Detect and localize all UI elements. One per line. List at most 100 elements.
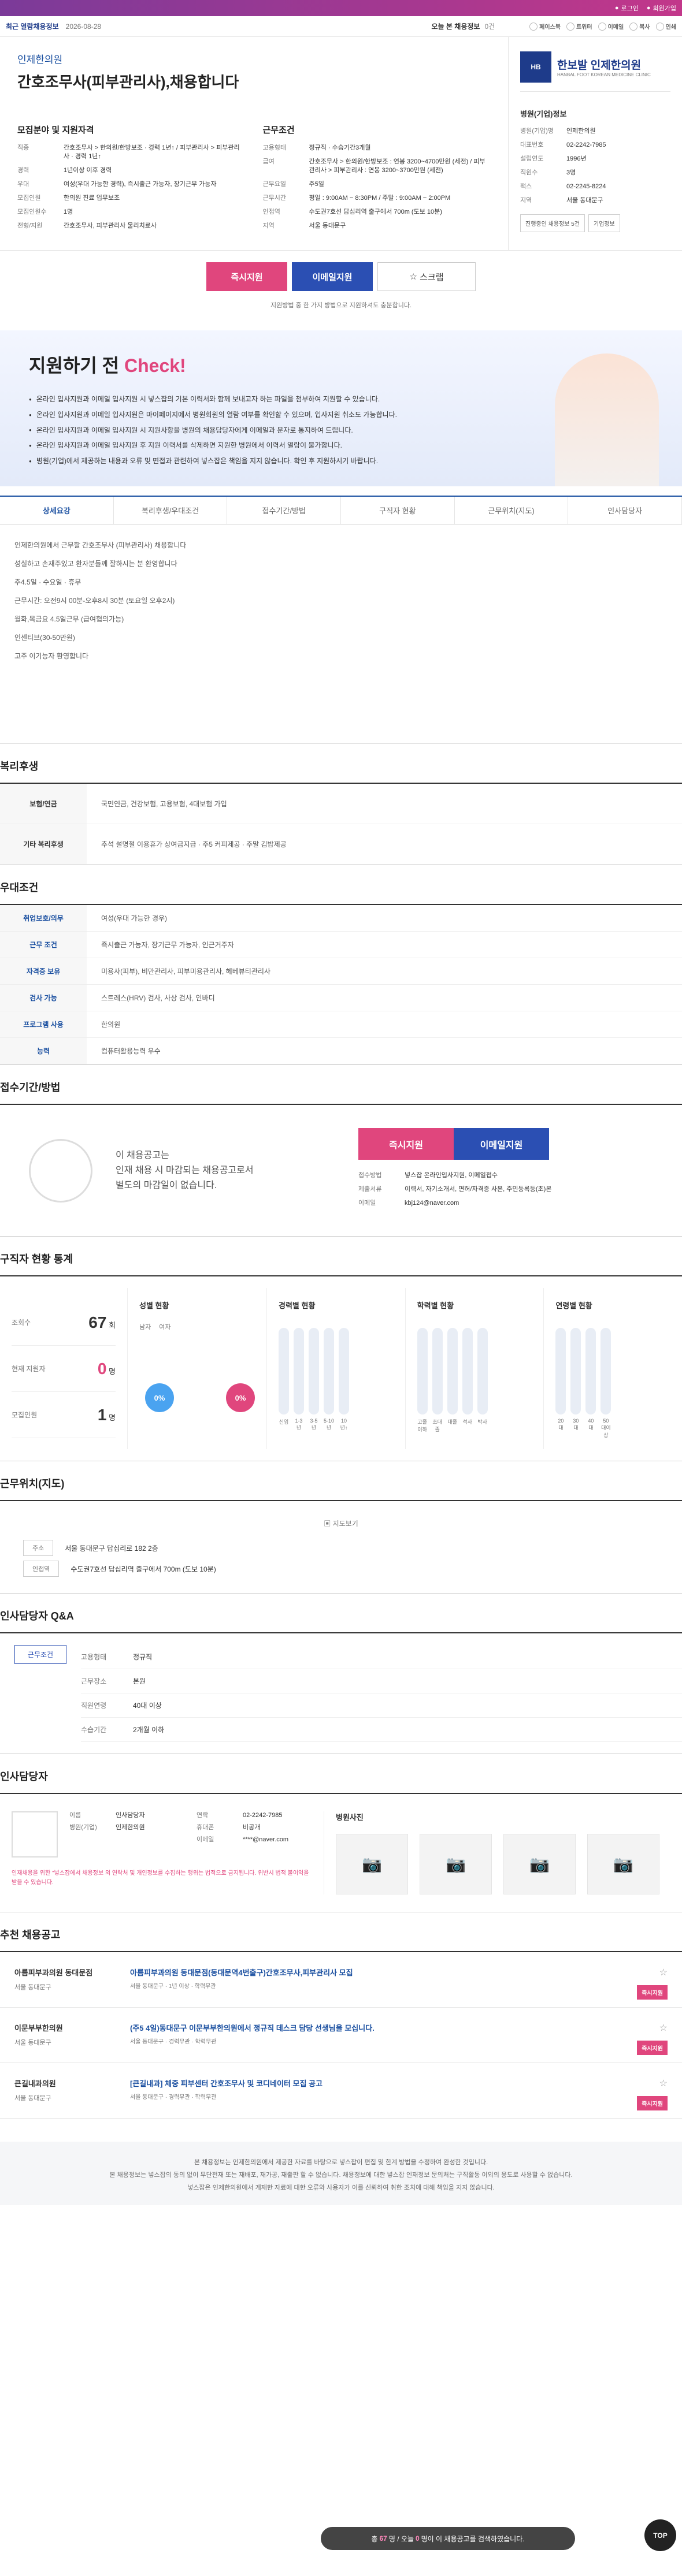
apply-way-section: 접수기간/방법 이 채용공고는 인재 채용 시 마감되는 채용공고로서 별도의 … <box>0 1065 682 1237</box>
logo-subtitle: HANBAL FOOT KOREAN MEDICINE CLINIC <box>557 72 651 77</box>
company-info-button[interactable]: 기업정보 <box>588 214 620 232</box>
company-name[interactable]: 인제한의원 <box>17 51 491 66</box>
work-conditions: 근무조건 고용형태 정규직 · 수습기간3개월 급여 간호조무사 > 한의원/한방보… <box>263 124 491 236</box>
share-email[interactable]: 이메일 <box>598 22 624 31</box>
cond-row: 지역 서울 동대문구 <box>262 222 346 229</box>
pref-key: 자격증 보유 <box>0 958 87 984</box>
today-viewed-count: 0건 <box>484 23 495 31</box>
ongoing-jobs-button[interactable]: 진행중인 채용정보 5건 <box>520 214 585 232</box>
map-row: 주소 서울 동대문구 답십리로 182 2층 <box>23 1540 659 1556</box>
check-title: 지원하기 전 Check! <box>29 355 186 376</box>
copy-icon <box>629 22 638 31</box>
age-bar <box>555 1328 566 1414</box>
list-item[interactable]: 아름피부과의원 동대문점 서울 동대문구 아름피부과의원 동대문점(동대문역4번출… <box>0 1952 682 2008</box>
mail-icon <box>598 22 606 31</box>
pref-value: 즉시출근 가능자, 장기근무 가능자, 인근거주자 <box>101 941 234 949</box>
cond-heading: 근무조건 <box>262 125 295 135</box>
tab-location[interactable]: 근무위치(지도) <box>455 497 569 524</box>
cond-row: 인접역 수도권7호선 답십리역 출구에서 700m (도보 10분) <box>262 209 442 215</box>
login-link[interactable]: ● 로그인 <box>615 3 639 13</box>
education-stats: 학력별 현황 고졸 이하 초대졸 대졸 석사 박사 <box>405 1288 544 1449</box>
footer-notice: 본 채용정보는 인제한의원에서 제공한 자료를 바탕으로 넣스잡이 편집 및 한… <box>0 2142 682 2205</box>
scroll-top-button[interactable]: TOP <box>644 2519 676 2551</box>
contact-warning: 인재채용을 위한 "넣스잡에서 채용정보 외 연락처 및 개인정보를 수집하는 … <box>12 1870 309 1886</box>
qa-row: 수습기간 2개월 이하 <box>81 1718 682 1742</box>
pref-value: 한의원 <box>101 1021 121 1029</box>
stats-section: 구직자 현황 통계 조회수 67 회 현재 지원자 0 명 모집인원 1 명 성별 현… <box>0 1237 682 1461</box>
twitter-icon <box>566 22 574 31</box>
sub-header: 최근 열람채용정보 2026-08-28 오늘 본 채용정보 0건 페이스북 트… <box>0 16 682 37</box>
stats-heading: 구직자 현황 통계 <box>0 1251 682 1276</box>
pref-key: 근무 조건 <box>0 932 87 958</box>
share-copy[interactable]: 복사 <box>629 22 650 31</box>
apply-now-button-2[interactable]: 즉시지원 <box>358 1128 454 1160</box>
user-icon: ● <box>646 5 651 12</box>
star-icon[interactable]: ☆ <box>659 1967 668 1978</box>
age-bar <box>601 1328 611 1414</box>
star-icon[interactable]: ☆ <box>659 2022 668 2034</box>
company-row: 대표번호 02-2242-7985 <box>520 142 606 148</box>
star-icon[interactable]: ☆ <box>659 2078 668 2089</box>
apply-way-heading: 접수기간/방법 <box>0 1079 682 1105</box>
rec-apply-button[interactable]: 즉시지원 <box>637 2041 668 2055</box>
share-print[interactable]: 인쇄 <box>655 22 676 31</box>
qa-row: 직원연령 40대 이상 <box>81 1693 682 1718</box>
company-row: 지역 서울 동대문구 <box>520 197 603 204</box>
career-bar <box>339 1328 349 1414</box>
signup-link[interactable]: ● 회원가입 <box>647 3 676 13</box>
lock-icon: ● <box>614 5 619 12</box>
tab-hr-contact[interactable]: 인사담당자 <box>568 497 682 524</box>
rec-apply-button[interactable]: 즉시지원 <box>637 2096 668 2110</box>
stat-row: 현재 지원자 0 명 <box>12 1346 116 1392</box>
share-facebook[interactable]: 페이스북 <box>529 22 561 31</box>
recommend-section: 추천 채용공고 아름피부과의원 동대문점 서울 동대문구 아름피부과의원 동대문점… <box>0 1912 682 2119</box>
cond-row: 고용형태 정규직 · 수습기간3개월 <box>262 144 371 151</box>
qa-row: 근무장소 본원 <box>81 1669 682 1693</box>
share-bar: 페이스북 트위터 이메일 복사 인쇄 <box>529 22 676 31</box>
qa-tag[interactable]: 근무조건 <box>14 1645 66 1664</box>
tab-welfare[interactable]: 복리후생/우대조건 <box>114 497 228 524</box>
map-icon: ▣ <box>324 1520 333 1528</box>
tab-apply-period[interactable]: 접수기간/방법 <box>227 497 342 524</box>
rec-apply-button[interactable]: 즉시지원 <box>637 1985 668 2000</box>
pref-value: 스트레스(HRV) 검사, 사상 검사, 인바디 <box>101 994 215 1002</box>
list-item[interactable]: 이문부부한의원 서울 동대문구 (주5 4일)동대문구 이문부부한의원에서 정규직… <box>0 2008 682 2063</box>
nurse-illustration <box>555 353 659 486</box>
welfare-key: 보험/연금 <box>0 784 87 824</box>
career-bar <box>309 1328 319 1414</box>
today-viewed-label[interactable]: 오늘 본 채용정보 <box>431 21 480 31</box>
apply-way-row: 제출서류 이력서, 자기소개서, 면허/자격증 사본, 주민등록등(초)본 <box>358 1186 552 1193</box>
apply-now-button[interactable]: 즉시지원 <box>206 262 287 291</box>
recommend-heading: 추천 채용공고 <box>0 1927 682 1952</box>
welfare-key: 기타 복리후생 <box>0 824 87 864</box>
field-row: 모집인원 한의원 진료 업무보조 <box>17 195 120 202</box>
contact-section: 인사담당자 이름 인사담당자 병원(기업) 인제한의원 연락 02-2242-7985… <box>0 1754 682 1912</box>
company-info-heading: 병원(기업)정보 <box>520 110 567 118</box>
age-bar <box>570 1328 581 1414</box>
field-row: 전형/지원 간호조무사, 피부관리사 물리치료사 <box>17 222 157 229</box>
qa-heading: 인사담당자 Q&A <box>0 1608 682 1633</box>
pref-value: 여성(우대 가능한 경우) <box>101 914 168 922</box>
age-stats: 연령별 현황 20대 30대 40대 50대이상 <box>543 1288 682 1449</box>
welfare-heading: 복리후생 <box>0 758 682 784</box>
print-icon <box>655 22 664 31</box>
map-view-button[interactable]: ▣ 지도보기 <box>23 1513 659 1540</box>
recent-jobs-link[interactable]: 최근 열람채용정보 <box>6 21 59 31</box>
tab-detail[interactable]: 상세요강 <box>0 497 114 524</box>
edu-bar <box>417 1328 428 1414</box>
scrap-button[interactable]: ☆ 스크랩 <box>377 262 476 291</box>
field-row: 모집인원수 1명 <box>17 209 73 215</box>
page: ● 로그인 ● 회원가입 최근 열람채용정보 2026-08-28 오늘 본 채용정… <box>0 0 682 2205</box>
detail-body: 인제한의원에서 근무할 간호조무사 (피부관리사) 채용합니다 성실하고 손재주… <box>0 524 682 744</box>
share-twitter[interactable]: 트위터 <box>566 22 592 31</box>
camera-icon: 📷 <box>336 1834 408 1894</box>
pref-key: 검사 가능 <box>0 985 87 1011</box>
company-info: HB 한보발 인제한의원 HANBAL FOOT KOREAN MEDICINE… <box>509 37 682 250</box>
email-apply-button-2[interactable]: 이메일지원 <box>454 1128 549 1160</box>
list-item[interactable]: 큰길내과의원 서울 동대문구 [큰길내과] 체중 피부센터 간호조무사 및 코디네… <box>0 2063 682 2119</box>
edu-bar <box>432 1328 443 1414</box>
email-apply-button[interactable]: 이메일지원 <box>292 262 373 291</box>
tab-applicants[interactable]: 구직자 현황 <box>341 497 455 524</box>
cond-row: 근무요일 주5일 <box>262 181 324 188</box>
edu-bar <box>447 1328 458 1414</box>
